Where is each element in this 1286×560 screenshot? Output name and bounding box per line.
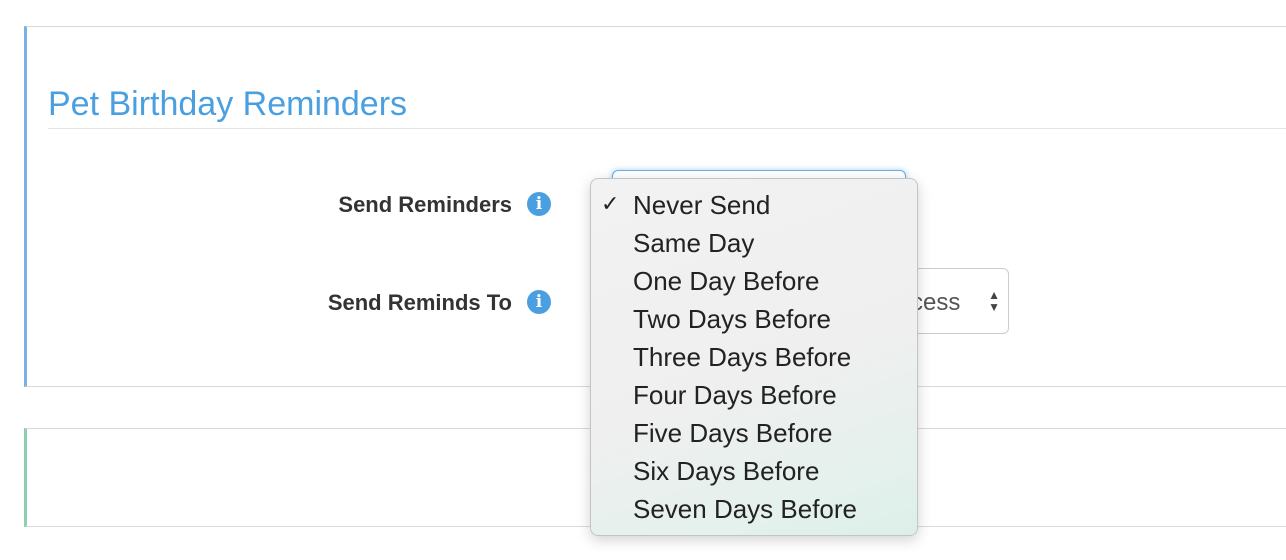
section-title: Pet Birthday Reminders xyxy=(48,85,408,123)
send-reminds-to-label: Send Reminds To xyxy=(327,290,512,315)
dropdown-option[interactable]: Seven Days Before xyxy=(591,490,917,528)
info-icon[interactable]: i xyxy=(527,290,551,314)
select-arrows-icon: ▲ ▼ xyxy=(988,288,1000,314)
dropdown-option[interactable]: Five Days Before xyxy=(591,414,917,452)
send-reminds-to-value: cess xyxy=(911,289,961,316)
info-icon[interactable]: i xyxy=(527,192,551,216)
dropdown-option[interactable]: Four Days Before xyxy=(591,376,917,414)
dropdown-option[interactable]: One Day Before xyxy=(591,262,917,300)
dropdown-option[interactable]: Six Days Before xyxy=(591,452,917,490)
dropdown-option[interactable]: Two Days Before xyxy=(591,300,917,338)
dropdown-option[interactable]: Same Day xyxy=(591,224,917,262)
dropdown-option[interactable]: Three Days Before xyxy=(591,338,917,376)
dropdown-option[interactable]: ✓ Never Send xyxy=(591,186,917,224)
send-reminders-dropdown[interactable]: ✓ Never Send Same Day One Day Before Two … xyxy=(590,178,918,536)
title-divider xyxy=(48,128,1286,129)
send-reminders-label: Send Reminders xyxy=(338,192,512,217)
checkmark-icon: ✓ xyxy=(601,192,620,217)
